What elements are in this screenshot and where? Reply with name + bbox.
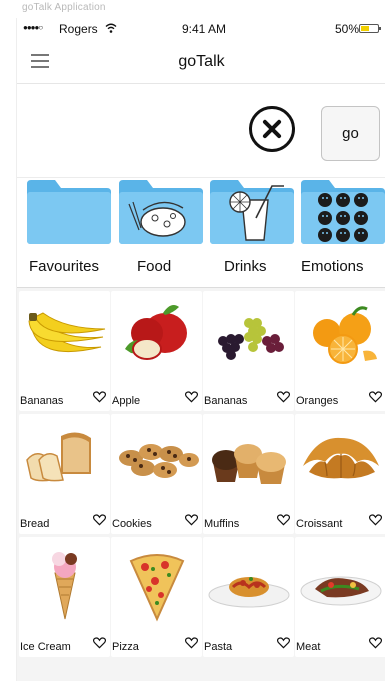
croissant-image [303,437,379,479]
oranges-image [313,306,377,364]
category-drinks[interactable]: Drinks [206,176,296,288]
category-food[interactable]: Food [115,176,205,288]
nav-bar: goTalk [17,40,385,84]
category-label: Favourites [29,258,100,275]
pasta-image [208,577,290,608]
tile-label: Oranges [296,395,339,407]
muffins-image [212,444,286,484]
meat-image [300,576,382,606]
battery-icon [359,24,381,33]
heart-icon[interactable] [185,637,198,649]
heart-icon[interactable] [277,391,290,403]
bread-image [26,432,91,482]
heart-icon[interactable] [185,391,198,403]
category-emotions[interactable]: Emotions [297,176,385,288]
tile-ice-cream[interactable]: Ice Cream [19,537,110,657]
tile-label: Bread [20,518,50,530]
tile-muffins[interactable]: Muffins [203,414,294,534]
folder-icon [27,180,111,244]
heart-icon[interactable] [185,514,198,526]
drinks-folder-icon [210,180,294,244]
status-bar: ●●●●○ Rogers 9:41 AM 50% [17,18,385,40]
app-title: goTalk [178,53,225,70]
tile-oranges[interactable]: Oranges [295,291,385,411]
window-caption: goTalk Application [22,2,106,13]
sentence-bar: go [17,84,385,178]
category-bar: Favourites Food Drinks Emotions [17,176,385,288]
tile-meat[interactable]: Meat [295,537,385,657]
carrier-name: Rogers [59,22,98,36]
tile-cookies[interactable]: Cookies [111,414,202,534]
tile-label: Croissant [296,518,343,530]
tile-label: Cookies [112,518,152,530]
tile-pizza[interactable]: Pizza [111,537,202,657]
tile-croissant[interactable]: Croissant [295,414,385,534]
tile-grapes[interactable]: Bananas [203,291,294,411]
grapes-image [218,318,284,360]
tile-label: Bananas [204,395,248,407]
tile-label: Bananas [20,395,64,407]
sentence-field[interactable] [17,84,247,178]
go-button[interactable]: go [321,106,380,161]
ice-cream-image [52,552,77,620]
tile-label: Pasta [204,641,233,653]
pizza-image [129,554,185,622]
status-time: 9:41 AM [182,22,227,36]
tile-label: Ice Cream [20,641,71,653]
heart-icon[interactable] [277,637,290,649]
category-favourites[interactable]: Favourites [23,176,113,288]
food-folder-icon [119,180,203,244]
tile-pasta[interactable]: Pasta [203,537,294,657]
tile-label: Meat [296,641,321,653]
category-label: Emotions [301,258,364,275]
tile-bread[interactable]: Bread [19,414,110,534]
heart-icon[interactable] [93,514,106,526]
signal-dots-icon: ●●●●○ [23,23,43,32]
emotions-folder-icon [301,180,385,244]
tile-label: Pizza [112,641,139,653]
tile-label: Apple [112,395,141,407]
wifi-icon [105,23,117,33]
battery-percent: 50% [335,22,360,36]
clear-circle-x-icon[interactable] [249,106,295,152]
app-screen: ●●●●○ Rogers 9:41 AM 50% goTalk go Favou… [16,18,385,681]
heart-icon[interactable] [277,514,290,526]
heart-icon[interactable] [369,637,382,649]
cookies-image [119,444,199,478]
heart-icon[interactable] [93,391,106,403]
heart-icon[interactable] [369,391,382,403]
bananas-image [28,312,106,353]
heart-icon[interactable] [369,514,382,526]
tile-label: Muffins [204,518,240,530]
tile-apple[interactable]: Apple [111,291,202,411]
apple-image [125,305,187,360]
tile-bananas[interactable]: Bananas [19,291,110,411]
heart-icon[interactable] [93,637,106,649]
vocabulary-grid: Bananas Apple Bananas Oranges Bread Cook… [17,288,385,681]
